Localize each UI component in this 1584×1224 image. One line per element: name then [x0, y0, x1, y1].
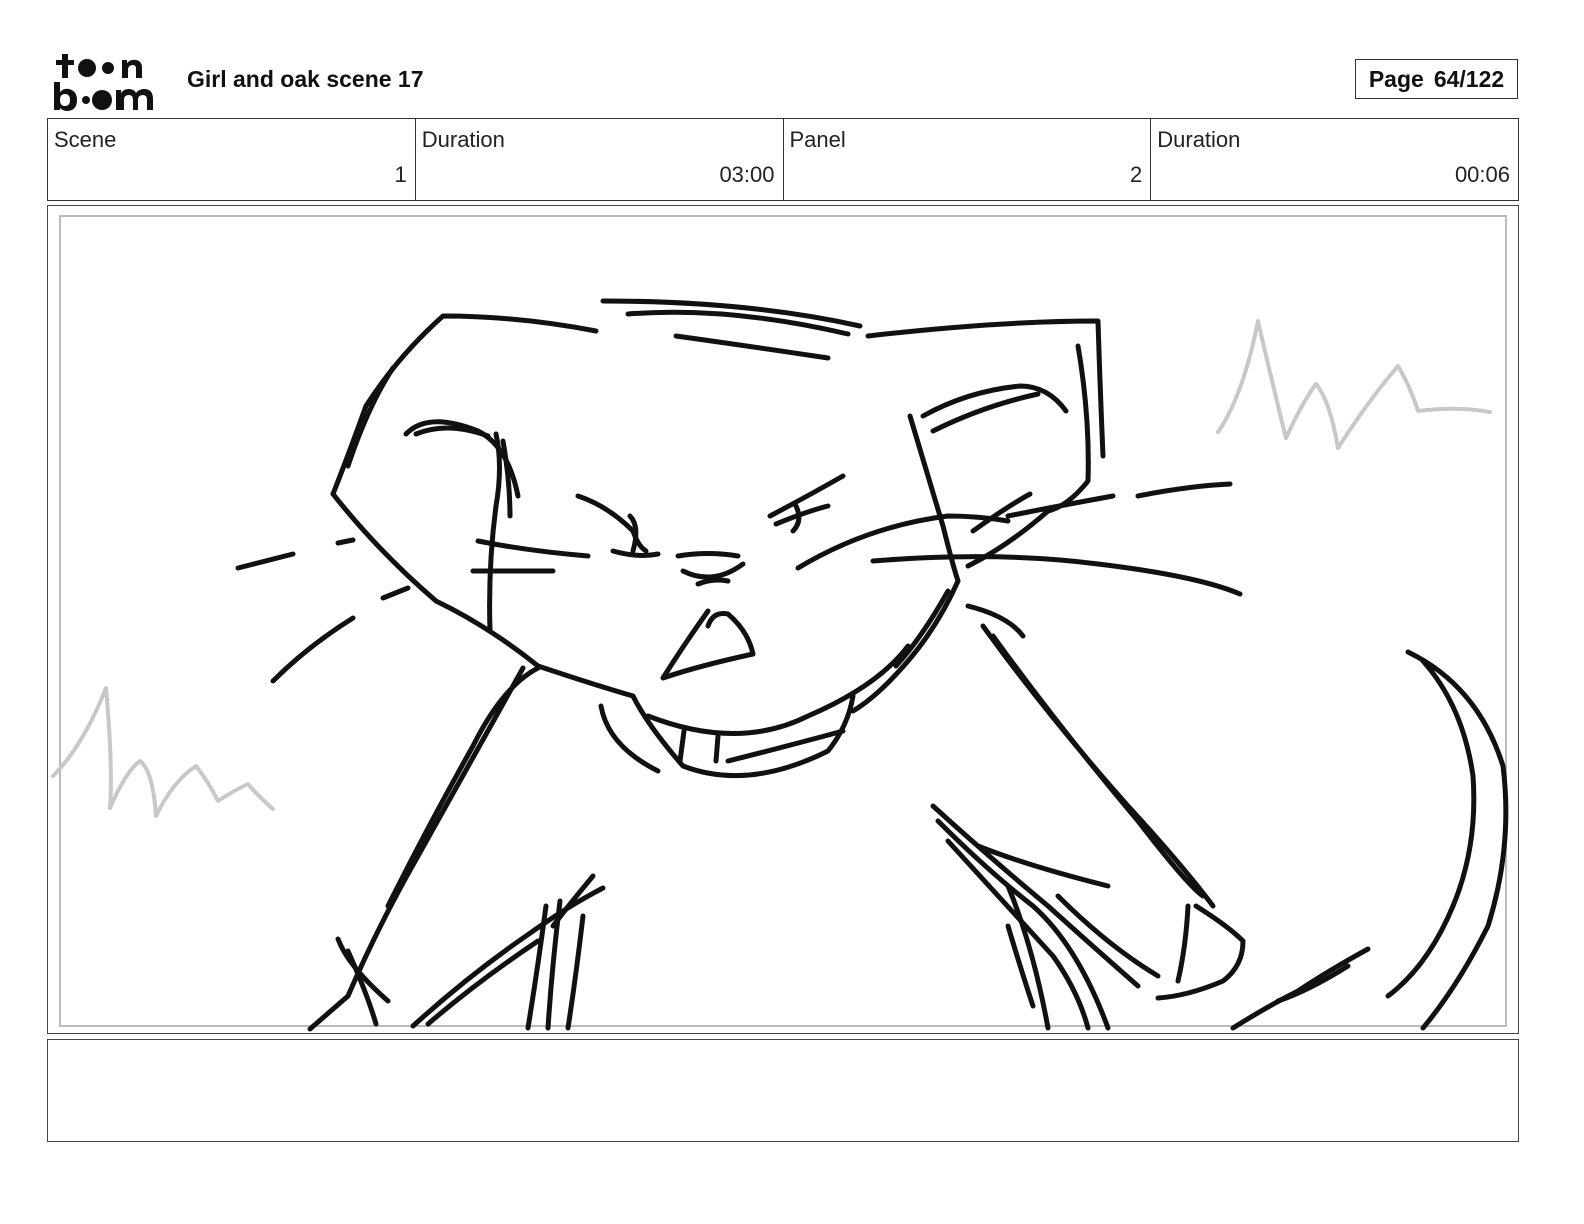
panel-duration-cell: Duration 00:06 [1151, 119, 1518, 200]
scene-info-table: Scene 1 Duration 03:00 Panel 2 Duration … [47, 118, 1519, 201]
page-label: Page [1368, 65, 1424, 92]
scene-cell: Scene 1 [48, 119, 416, 200]
scene-duration-value: 03:00 [719, 162, 775, 187]
page-indicator: Page 64/122 [1355, 59, 1518, 99]
panel-cell: Panel 2 [784, 119, 1152, 200]
scene-duration-label: Duration [421, 127, 505, 152]
panel-value: 2 [1130, 162, 1143, 187]
scene-label: Scene [54, 127, 117, 152]
scene-duration-cell: Duration 03:00 [416, 119, 784, 200]
panel-duration-label: Duration [1157, 127, 1241, 152]
storyboard-panel [47, 205, 1519, 1034]
page-number: 64/122 [1433, 65, 1505, 92]
toon-boom-logo [54, 54, 153, 111]
scene-value: 1 [394, 162, 407, 187]
panel-notes-box [47, 1039, 1519, 1142]
cat-sketch-drawing [51, 298, 1509, 1032]
panel-duration-value: 00:06 [1454, 162, 1510, 187]
panel-label: Panel [789, 127, 846, 152]
document-title: Girl and oak scene 17 [187, 66, 424, 92]
